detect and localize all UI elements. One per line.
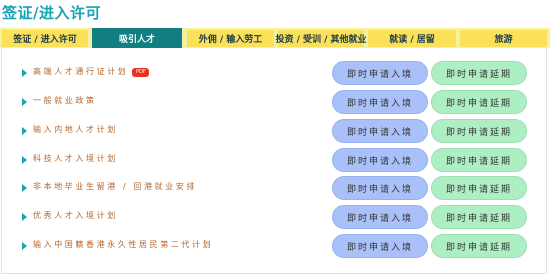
apply-entry-button[interactable]: 即时申请入境: [332, 61, 428, 85]
arrow-icon: [22, 98, 27, 106]
arrow-icon: [22, 69, 27, 77]
scheme-link[interactable]: 科技人才入境计划: [33, 153, 118, 164]
apply-extension-button[interactable]: 即时申请延期: [431, 148, 527, 172]
arrow-icon: [22, 242, 27, 250]
list-item: 优秀人才入境计划 即时申请入境 即时申请延期: [0, 205, 550, 229]
apply-entry-button[interactable]: 即时申请入境: [332, 90, 428, 114]
apply-entry-button[interactable]: 即时申请入境: [332, 148, 428, 172]
tab-visit[interactable]: 旅游: [460, 30, 547, 47]
apply-extension-button[interactable]: 即时申请延期: [431, 90, 527, 114]
apply-extension-button[interactable]: 即时申请延期: [431, 234, 527, 258]
list-item: 高端人才通行证计划 PDF 即时申请入境 即时申请延期: [0, 61, 550, 85]
apply-extension-button[interactable]: 即时申请延期: [431, 61, 527, 85]
scheme-link[interactable]: 非本地毕业生留港 / 回港就业安排: [33, 181, 197, 192]
apply-entry-button[interactable]: 即时申请入境: [332, 176, 428, 200]
arrow-icon: [22, 213, 27, 221]
tab-visa-entry-permit[interactable]: 签证 / 进入许可: [2, 30, 88, 47]
arrow-icon: [22, 184, 27, 192]
tab-talent[interactable]: 吸引人才: [92, 28, 182, 48]
page-title: 签证/进入许可: [2, 4, 101, 22]
pdf-icon: PDF: [132, 68, 150, 77]
tab-domestic-helpers-labour[interactable]: 外佣 / 输入劳工: [187, 30, 274, 47]
scheme-link[interactable]: 优秀人才入境计划: [33, 210, 118, 221]
apply-extension-button[interactable]: 即时申请延期: [431, 119, 527, 143]
scheme-link[interactable]: 一般就业政策: [33, 95, 97, 106]
tab-investment-training-other[interactable]: 投资 / 受训 / 其他就业: [275, 30, 367, 47]
list-item: 科技人才入境计划 即时申请入境 即时申请延期: [0, 148, 550, 172]
arrow-icon: [22, 127, 27, 135]
apply-entry-button[interactable]: 即时申请入境: [332, 234, 428, 258]
list-item: 一般就业政策 即时申请入境 即时申请延期: [0, 90, 550, 114]
list-item: 输入中国籍香港永久性居民第二代计划 即时申请入境 即时申请延期: [0, 234, 550, 258]
list-item: 输入内地人才计划 即时申请入境 即时申请延期: [0, 119, 550, 143]
scheme-link[interactable]: 输入中国籍香港永久性居民第二代计划: [33, 239, 213, 250]
apply-entry-button[interactable]: 即时申请入境: [332, 205, 428, 229]
list-item: 非本地毕业生留港 / 回港就业安排 即时申请入境 即时申请延期: [0, 176, 550, 200]
scheme-link[interactable]: 输入内地人才计划: [33, 124, 118, 135]
tab-study-residence[interactable]: 就读 / 居留: [368, 30, 456, 47]
apply-extension-button[interactable]: 即时申请延期: [431, 205, 527, 229]
scheme-link[interactable]: 高端人才通行证计划 PDF: [33, 66, 150, 77]
apply-extension-button[interactable]: 即时申请延期: [431, 176, 527, 200]
arrow-icon: [22, 156, 27, 164]
apply-entry-button[interactable]: 即时申请入境: [332, 119, 428, 143]
